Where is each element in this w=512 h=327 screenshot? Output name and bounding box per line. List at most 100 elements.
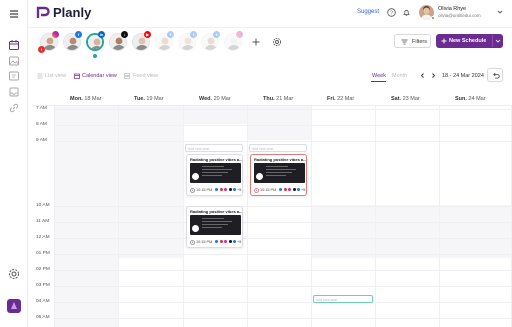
- column-line: [54, 105, 55, 327]
- day-date: 23 Mar: [401, 96, 420, 102]
- unavailable-block: [247, 106, 311, 140]
- plus-icon: [441, 38, 447, 44]
- time-label: 04 AM: [36, 299, 50, 304]
- bookmark-icon[interactable]: [7, 69, 21, 83]
- day-date: 19 Mar: [144, 96, 164, 102]
- post-card[interactable]: Radiating positive vibes a... 10:15 PM +5: [186, 206, 243, 248]
- facebook-icon: f: [167, 31, 174, 38]
- time-label: 03 PM: [36, 283, 50, 288]
- post-time: 10:15 PM: [260, 188, 277, 192]
- hour-line: [54, 206, 512, 207]
- column-line: [439, 105, 440, 327]
- time-label: 05 AM: [36, 315, 50, 320]
- day-date: 24 Mar: [466, 96, 486, 102]
- help-icon[interactable]: ?: [387, 8, 396, 17]
- new-schedule-label: New Schedule: [449, 38, 487, 44]
- calendar-view-icon: [74, 73, 80, 79]
- post-thumbnail: [190, 215, 241, 235]
- day-date: 21 Mar: [274, 96, 294, 102]
- facebook-icon: f: [190, 31, 197, 38]
- facebook-icon: f: [213, 31, 220, 38]
- time-label: 10 AM: [36, 203, 50, 208]
- hour-line: [54, 222, 512, 223]
- day-header: Mon. 18 Mar: [70, 96, 102, 102]
- day-name: Tue.: [134, 96, 145, 102]
- instagram-icon: [52, 31, 59, 38]
- time-label: 11 AM: [36, 219, 50, 224]
- calendar-header-divider: [34, 105, 512, 106]
- hour-line: [54, 270, 512, 271]
- filter-icon: [401, 39, 408, 45]
- calendar-icon[interactable]: [7, 38, 21, 52]
- tab-feed-view[interactable]: Feed view: [133, 73, 158, 79]
- day-header: Wed. 20 Mar: [199, 96, 231, 102]
- tab-month[interactable]: Month: [392, 73, 407, 79]
- tiktok-icon: ♪: [121, 31, 128, 38]
- day-name: Sun.: [455, 96, 467, 102]
- post-time: 10:15 PM: [196, 188, 213, 192]
- tab-week[interactable]: Week: [372, 73, 386, 79]
- more-networks-count: +5: [237, 188, 242, 192]
- list-view-icon: [37, 73, 43, 79]
- column-line: [375, 105, 376, 327]
- day-name: Sat.: [391, 96, 402, 102]
- post-thumbnail: [254, 163, 305, 183]
- undo-icon: [492, 72, 500, 79]
- clock-icon: [190, 240, 195, 245]
- day-name: Thu.: [263, 96, 275, 102]
- filters-label: Filters: [412, 39, 427, 45]
- day-date: 22 Mar: [335, 96, 355, 102]
- unavailable-block: [54, 258, 118, 327]
- post-thumbnail: [190, 163, 241, 183]
- app-badge-icon[interactable]: [6, 298, 22, 314]
- post-title: Radiating positive vibes a...: [254, 157, 307, 162]
- suggest-link[interactable]: Suggest: [357, 9, 379, 15]
- column-line: [247, 105, 248, 327]
- hour-line: [54, 302, 512, 303]
- hour-line: [54, 318, 512, 319]
- prev-week-icon[interactable]: [419, 72, 426, 79]
- user-name: Olivia Rhye: [438, 6, 467, 12]
- filters-button[interactable]: Filters: [394, 34, 431, 48]
- link-icon[interactable]: [7, 101, 21, 115]
- new-schedule-button[interactable]: New Schedule: [436, 34, 503, 48]
- post-time: 10:15 PM: [196, 240, 213, 244]
- planly-logo-icon: [36, 6, 50, 20]
- add-post-slot[interactable]: Add new post: [313, 295, 373, 303]
- menu-icon[interactable]: [7, 7, 21, 21]
- selected-dot: [93, 54, 97, 58]
- hour-line: [54, 254, 512, 255]
- settings-icon[interactable]: [7, 267, 21, 281]
- date-range: 18 - 24 Mar 2024: [442, 73, 484, 79]
- account-settings-icon[interactable]: [272, 37, 282, 47]
- clock-icon: [190, 188, 195, 193]
- column-line: [183, 105, 184, 327]
- time-label: 01 PM: [36, 251, 50, 256]
- day-date: 20 Mar: [212, 96, 231, 102]
- more-networks-count: +5: [237, 240, 242, 244]
- add-post-slot[interactable]: Add new post: [249, 144, 307, 152]
- inbox-icon[interactable]: [7, 85, 21, 99]
- user-email: olivia@untitledui.com: [438, 13, 481, 18]
- day-header: Tue. 19 Mar: [134, 96, 164, 102]
- media-icon[interactable]: [7, 54, 21, 68]
- post-card[interactable]: Radiating positive vibes a... 10:15 PM +5: [186, 154, 243, 196]
- day-header: Sun. 24 Mar: [455, 96, 486, 102]
- online-dot: [431, 16, 435, 20]
- tab-list-view[interactable]: List view: [45, 73, 66, 79]
- bell-icon[interactable]: [402, 8, 411, 17]
- hour-line: [54, 286, 512, 287]
- post-title: Radiating positive vibes a...: [190, 209, 243, 214]
- undo-button[interactable]: [487, 68, 503, 82]
- add-post-slot[interactable]: Add new post: [185, 144, 243, 152]
- post-card[interactable]: Radiating positive vibes a... 10:15 PM +5: [250, 154, 307, 196]
- chevron-down-icon[interactable]: [496, 8, 504, 16]
- hour-line: [54, 238, 512, 239]
- next-week-icon[interactable]: [430, 72, 437, 79]
- tab-calendar-view[interactable]: Calendar view: [82, 73, 117, 79]
- day-name: Wed.: [199, 96, 213, 102]
- day-header: Thu. 21 Mar: [263, 96, 293, 102]
- add-account-icon[interactable]: [251, 37, 261, 47]
- app-name: Planly: [53, 5, 92, 20]
- play-icon: [192, 225, 199, 232]
